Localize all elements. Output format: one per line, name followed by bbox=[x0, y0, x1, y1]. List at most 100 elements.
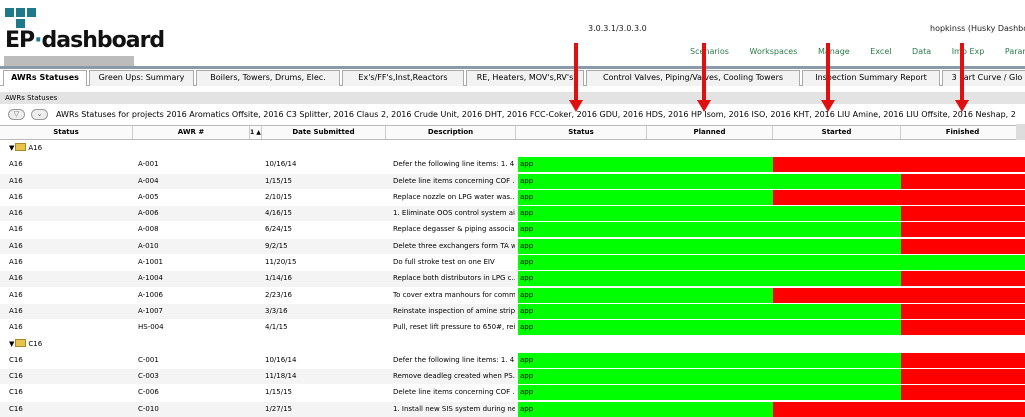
group-row[interactable]: ▼ A16 bbox=[0, 141, 1025, 158]
col-status-bar[interactable]: Status bbox=[516, 126, 647, 139]
finished-bar bbox=[901, 255, 1025, 271]
group-label[interactable]: ▼ C16 bbox=[0, 337, 120, 352]
col-finished[interactable]: Finished bbox=[901, 126, 1025, 139]
row-date-submitted: 2/10/15 bbox=[265, 192, 292, 201]
col-date-submitted[interactable]: Date Submitted bbox=[262, 126, 386, 139]
started-bar bbox=[773, 255, 901, 271]
status-text: app bbox=[520, 274, 534, 283]
status-text: app bbox=[520, 192, 534, 201]
planned-bar bbox=[646, 385, 773, 401]
row-awr-number[interactable]: C-006 bbox=[138, 385, 248, 400]
menu-manage[interactable]: Manage bbox=[818, 47, 850, 56]
tab-control-valves[interactable]: Control Valves, Piping/Valves, Cooling T… bbox=[586, 70, 800, 86]
arrow-started-icon bbox=[826, 43, 830, 103]
expand-triangle-icon[interactable]: ▼ bbox=[9, 337, 14, 352]
table-row[interactable]: A16 A-1006 2/23/16 To cover extra manhours … bbox=[0, 287, 1025, 304]
expand-triangle-icon[interactable]: ▼ bbox=[9, 141, 14, 156]
finished-bar bbox=[901, 287, 1025, 303]
row-awr-number[interactable]: A-1007 bbox=[138, 304, 248, 319]
row-description: Replace both distributors in LPG c... bbox=[393, 274, 515, 283]
ep-dashboard-logo[interactable]: EP·dashboard bbox=[3, 8, 165, 68]
group-label[interactable]: ▼ A16 bbox=[0, 141, 120, 156]
menu-excel[interactable]: Excel bbox=[870, 47, 891, 56]
table-row[interactable]: A16 A-1007 3/3/16 Reinstate inspection of a… bbox=[0, 303, 1025, 321]
tab-inspection-summary[interactable]: Inspection Summary Report bbox=[802, 70, 940, 86]
table-row[interactable]: A16 A-1004 1/14/16 Replace both distributor… bbox=[0, 271, 1025, 288]
filter-icon[interactable]: ▽ bbox=[8, 109, 25, 120]
menu-imp-exp[interactable]: Imp Exp bbox=[952, 47, 985, 56]
row-date-submitted: 10/16/14 bbox=[265, 160, 297, 169]
table-body: ▼ A16 A16 A-001 10/16/14 Defer the following … bbox=[0, 141, 1025, 417]
dropdown-icon[interactable]: ⌄ bbox=[31, 109, 48, 120]
col-awr-number[interactable]: AWR # bbox=[133, 126, 250, 139]
col-description[interactable]: Description bbox=[386, 126, 516, 139]
table-row[interactable]: A16 A-005 2/10/15 Replace nozzle on LPG wat… bbox=[0, 189, 1025, 207]
table-row[interactable]: C16 C-006 1/15/15 Delete line items concern… bbox=[0, 385, 1025, 402]
finished-bar bbox=[901, 352, 1025, 368]
table-row[interactable]: A16 A-001 10/16/14 Defer the following line… bbox=[0, 157, 1025, 174]
row-awr-number[interactable]: A-001 bbox=[138, 157, 248, 172]
status-bar: app bbox=[518, 206, 646, 222]
row-status: A16 bbox=[9, 290, 23, 299]
table-row[interactable]: C16 C-001 10/16/14 Defer the following line… bbox=[0, 352, 1025, 370]
col-started[interactable]: Started bbox=[773, 126, 901, 139]
status-text: app bbox=[520, 241, 534, 250]
row-awr-number[interactable]: HS-004 bbox=[138, 320, 248, 335]
row-awr-number[interactable]: C-003 bbox=[138, 369, 248, 384]
row-date-submitted: 1/15/15 bbox=[265, 388, 292, 397]
status-bar: app bbox=[518, 271, 646, 287]
tab-green-ups-summary[interactable]: Green Ups: Summary bbox=[89, 70, 194, 86]
finished-bar bbox=[901, 303, 1025, 319]
menu-workspaces[interactable]: Workspaces bbox=[750, 47, 798, 56]
table-row[interactable]: A16 A-004 1/15/15 Delete line items concern… bbox=[0, 173, 1025, 190]
row-awr-number[interactable]: A-004 bbox=[138, 174, 248, 189]
header-rule bbox=[0, 66, 1025, 69]
menu-data[interactable]: Data bbox=[912, 47, 931, 56]
row-awr-number[interactable]: C-010 bbox=[138, 402, 248, 417]
tab-boilers-towers[interactable]: Boilers, Towers, Drums, Elec. bbox=[196, 70, 340, 86]
sort-asc-icon[interactable]: 1 ▲ bbox=[250, 126, 262, 139]
row-awr-number[interactable]: A-008 bbox=[138, 222, 248, 237]
status-bar: app bbox=[518, 173, 646, 189]
status-bar: app bbox=[518, 401, 646, 417]
row-awr-number[interactable]: A-005 bbox=[138, 190, 248, 205]
table-row[interactable]: A16 HS-004 4/1/15 Pull, reset lift pressure… bbox=[0, 320, 1025, 337]
row-status: C16 bbox=[9, 388, 23, 397]
finished-bar bbox=[901, 206, 1025, 222]
row-date-submitted: 1/27/15 bbox=[265, 404, 292, 413]
planned-bar bbox=[646, 189, 773, 205]
status-text: app bbox=[520, 355, 534, 364]
status-bar: app bbox=[518, 157, 646, 173]
tab-3-part-curve[interactable]: 3 Part Curve / Glo bbox=[942, 70, 1025, 86]
menu-parameters[interactable]: Paramete bbox=[1005, 47, 1025, 56]
table-row[interactable]: A16 A-008 6/24/15 Replace degasser & piping… bbox=[0, 222, 1025, 239]
arrow-planned-icon bbox=[702, 43, 706, 103]
row-awr-number[interactable]: C-001 bbox=[138, 353, 248, 368]
table-row[interactable]: C16 C-010 1/27/15 1. Install new SIS system… bbox=[0, 401, 1025, 417]
table-row[interactable]: A16 A-006 4/16/15 1. Eliminate OOS control … bbox=[0, 206, 1025, 223]
table-row[interactable]: A16 A-010 9/2/15 Delete three exchangers fo… bbox=[0, 238, 1025, 256]
status-text: app bbox=[520, 258, 534, 267]
menu-scenarios[interactable]: Scenarios bbox=[690, 47, 729, 56]
row-description: To cover extra manhours for comm... bbox=[393, 290, 515, 299]
user-label[interactable]: hopkinss (Husky Dashboa bbox=[930, 24, 1025, 33]
vertical-scrollbar[interactable] bbox=[1016, 124, 1025, 140]
row-awr-number[interactable]: A-1001 bbox=[138, 255, 248, 270]
table-header: Status AWR # 1 ▲ Date Submitted Descript… bbox=[0, 125, 1025, 140]
col-planned[interactable]: Planned bbox=[647, 126, 773, 139]
started-bar bbox=[773, 287, 901, 303]
table-row[interactable]: A16 A-1001 11/20/15 Do full stroke test on … bbox=[0, 255, 1025, 272]
row-date-submitted: 6/24/15 bbox=[265, 225, 292, 234]
tab-awrs-statuses[interactable]: AWRs Statuses bbox=[3, 70, 87, 86]
tab-exs-inst-reactors[interactable]: Ex's/FF's,Inst,Reactors bbox=[342, 70, 464, 86]
row-awr-number[interactable]: A-006 bbox=[138, 206, 248, 221]
table-row[interactable]: C16 C-003 11/18/14 Remove deadleg created w… bbox=[0, 369, 1025, 386]
status-bar: app bbox=[518, 255, 646, 271]
row-awr-number[interactable]: A-1004 bbox=[138, 271, 248, 286]
finished-bar bbox=[901, 157, 1025, 173]
row-awr-number[interactable]: A-1006 bbox=[138, 288, 248, 303]
group-row[interactable]: ▼ C16 bbox=[0, 336, 1025, 353]
tab-re-heaters[interactable]: RE, Heaters, MOV's,RV's bbox=[466, 70, 584, 86]
row-awr-number[interactable]: A-010 bbox=[138, 239, 248, 254]
col-status[interactable]: Status bbox=[0, 126, 133, 139]
